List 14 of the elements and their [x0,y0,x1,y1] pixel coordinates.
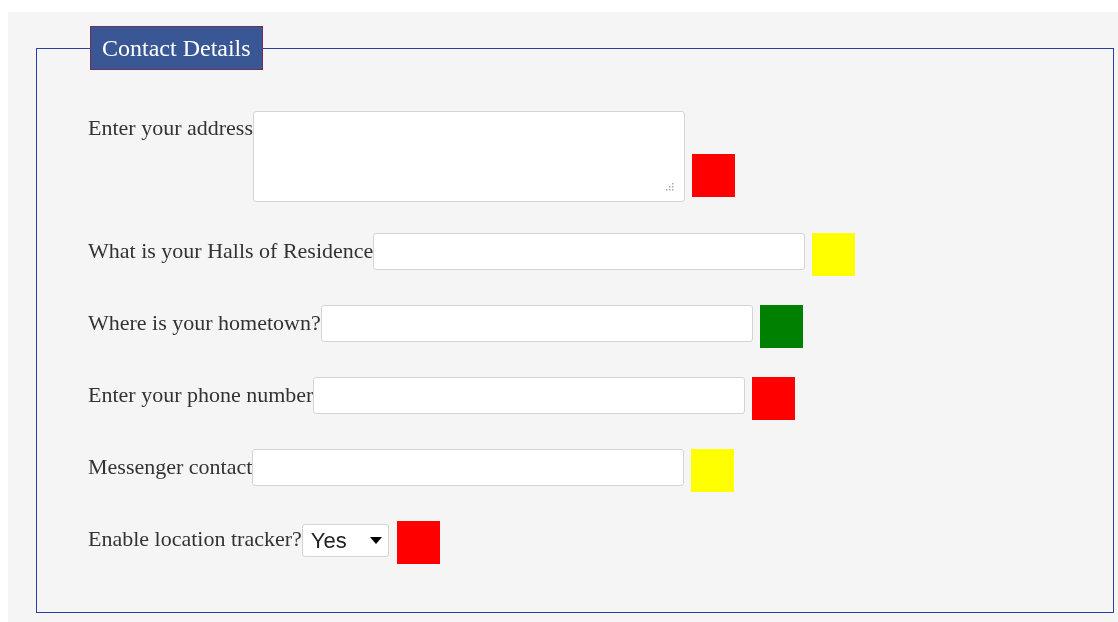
input-field[interactable] [252,449,685,486]
legend-title: Contact Details [90,26,263,70]
caret-icon [369,537,382,544]
field-label: Where is your hometown? [88,310,321,335]
field-label: What is your Halls of Residence [88,238,374,263]
input-field[interactable] [313,377,746,414]
field-label: Enable location tracker? [88,526,302,551]
field-label: Messenger contact [88,454,253,479]
input-field[interactable] [373,233,806,270]
select-field[interactable]: Yes [301,524,389,557]
field-label: Enter your phone number [88,382,314,407]
address-textarea[interactable] [252,111,685,202]
field-label: Enter your address [88,115,253,140]
input-field[interactable] [320,305,753,342]
